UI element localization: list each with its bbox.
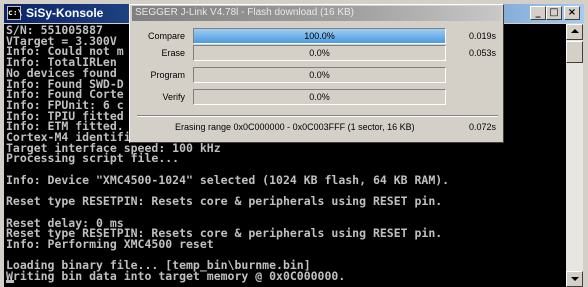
dialog-title: SEGGER J-Link V4.78l - Flash download (1… <box>135 7 354 18</box>
progress-time: 0.053s <box>468 48 496 58</box>
arrow-up-icon <box>571 29 579 33</box>
vertical-scrollbar[interactable] <box>566 24 583 287</box>
console-line: Reset type RESETPIN: Resets core & perip… <box>6 194 443 209</box>
scroll-down-button[interactable] <box>566 271 583 287</box>
console-app-icon[interactable]: c:\ <box>7 6 22 20</box>
progress-label-program: Program <box>150 70 185 80</box>
console-line: Info: Performing XMC4500 reset <box>6 237 214 251</box>
progress-panel: Erasing range 0x0C000000 - 0x0C003FFF (1… <box>135 25 500 139</box>
progress-percent: 0.0% <box>309 48 330 58</box>
progress-label-compare: Compare <box>147 31 185 41</box>
progress-label-erase: Erase <box>161 48 185 58</box>
maximize-button[interactable]: □ <box>546 6 562 20</box>
status-text: Erasing range 0x0C000000 - 0x0C003FFF (1… <box>175 122 415 132</box>
progress-bar-verify: 0.0% <box>193 89 446 105</box>
progress-bar-erase: 0.0% <box>193 45 446 61</box>
console-title: SiSy-Konsole <box>26 6 104 20</box>
console-line: Writing bin data into target memory @ 0x… <box>6 269 346 284</box>
progress-percent: 0.0% <box>309 92 330 102</box>
scroll-up-button[interactable] <box>566 24 583 40</box>
console-line: Info: Device "XMC4500-1024" selected (10… <box>6 172 450 187</box>
progress-time: 0.019s <box>468 31 496 41</box>
progress-bar-compare: 100.0% <box>193 28 446 44</box>
minimize-button[interactable]: _ <box>530 6 546 20</box>
progress-bar-program: 0.0% <box>193 67 446 83</box>
progress-label-verify: Verify <box>162 92 185 102</box>
progress-percent: 100.0% <box>304 31 335 41</box>
arrow-down-icon <box>571 277 579 281</box>
status-line: Erasing range 0x0C000000 - 0x0C003FFF (1… <box>137 115 498 139</box>
console-line: Processing script file... <box>6 151 180 166</box>
dialog-title-bar[interactable]: SEGGER J-Link V4.78l - Flash download (1… <box>132 6 501 21</box>
progress-percent: 0.0% <box>309 70 330 80</box>
flash-download-dialog: SEGGER J-Link V4.78l - Flash download (1… <box>129 4 504 143</box>
status-time: 0.072s <box>468 122 496 132</box>
scroll-thumb[interactable] <box>566 41 583 63</box>
close-button[interactable]: × <box>564 6 580 20</box>
